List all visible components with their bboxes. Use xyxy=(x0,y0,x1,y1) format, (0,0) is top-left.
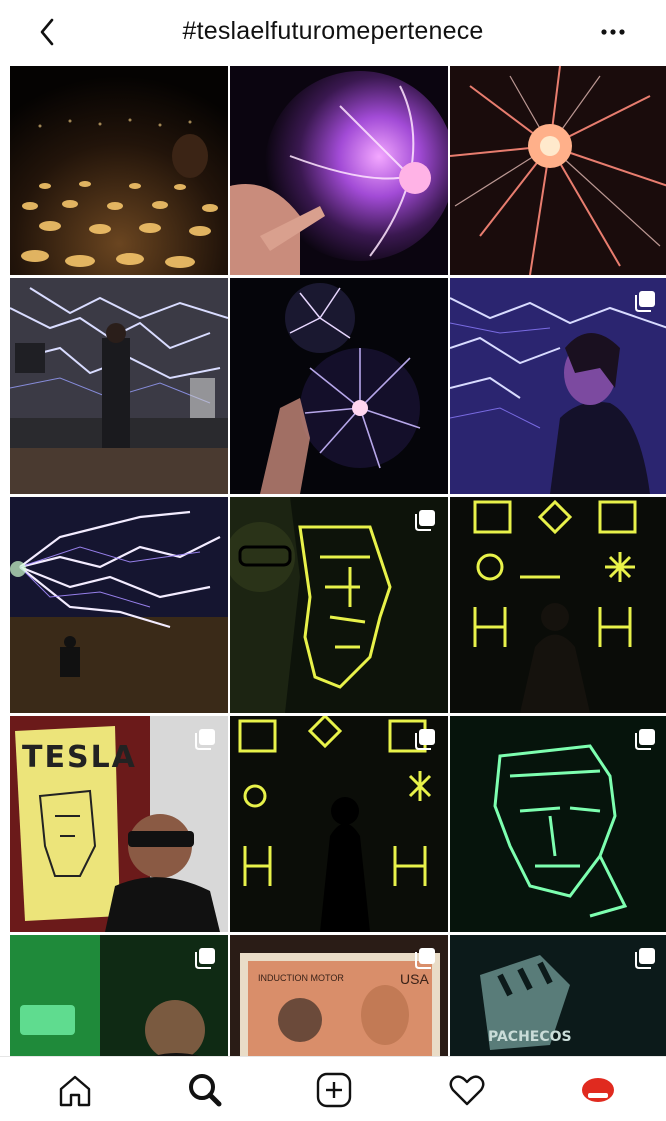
page-title: #teslaelfuturomepertenece xyxy=(182,17,484,45)
bottom-tab-bar xyxy=(0,1056,666,1121)
heart-icon[interactable] xyxy=(447,1071,487,1109)
post-thumbnail[interactable] xyxy=(230,278,448,494)
more-horizontal-icon[interactable] xyxy=(596,20,630,44)
post-image xyxy=(450,497,666,713)
post-thumbnail[interactable] xyxy=(230,66,448,275)
multiple-photos-icon xyxy=(415,510,435,531)
post-thumbnail[interactable] xyxy=(450,66,666,275)
post-thumbnail[interactable] xyxy=(10,278,228,494)
multiple-photos-icon xyxy=(415,948,435,969)
profile-avatar-icon[interactable] xyxy=(578,1071,618,1109)
post-thumbnail[interactable] xyxy=(230,497,448,713)
add-post-icon[interactable] xyxy=(314,1071,354,1109)
multiple-photos-icon xyxy=(635,291,655,312)
post-thumbnail[interactable] xyxy=(230,716,448,932)
poster-text: TESLA xyxy=(22,740,137,775)
post-image xyxy=(450,66,666,275)
search-icon[interactable] xyxy=(185,1071,225,1109)
post-image xyxy=(10,66,228,275)
stamp-country: USA xyxy=(400,971,429,987)
home-icon[interactable] xyxy=(55,1071,95,1109)
multiple-photos-icon xyxy=(195,729,215,750)
post-thumbnail[interactable] xyxy=(10,66,228,275)
post-thumbnail[interactable] xyxy=(450,278,666,494)
multiple-photos-icon xyxy=(635,729,655,750)
post-image xyxy=(10,497,228,713)
multiple-photos-icon xyxy=(635,948,655,969)
post-image xyxy=(230,278,448,494)
logo-text: PACHECOS xyxy=(488,1029,572,1045)
multiple-photos-icon xyxy=(415,729,435,750)
stamp-caption: INDUCTION MOTOR xyxy=(258,973,344,983)
post-thumbnail[interactable] xyxy=(10,935,228,1056)
post-thumbnail[interactable] xyxy=(450,497,666,713)
post-thumbnail[interactable]: INDUCTION MOTOR USA xyxy=(230,935,448,1056)
top-bar: #teslaelfuturomepertenece xyxy=(0,0,666,64)
post-thumbnail[interactable]: TESLA xyxy=(10,716,228,932)
post-thumbnail[interactable] xyxy=(450,716,666,932)
post-image xyxy=(230,66,448,275)
post-image xyxy=(10,278,228,494)
post-thumbnail[interactable]: PACHECOS xyxy=(450,935,666,1056)
hashtag-post-grid: TESLA INDUCTION MOTOR USA PACHECOS xyxy=(10,66,666,1056)
post-thumbnail[interactable] xyxy=(10,497,228,713)
multiple-photos-icon xyxy=(195,948,215,969)
